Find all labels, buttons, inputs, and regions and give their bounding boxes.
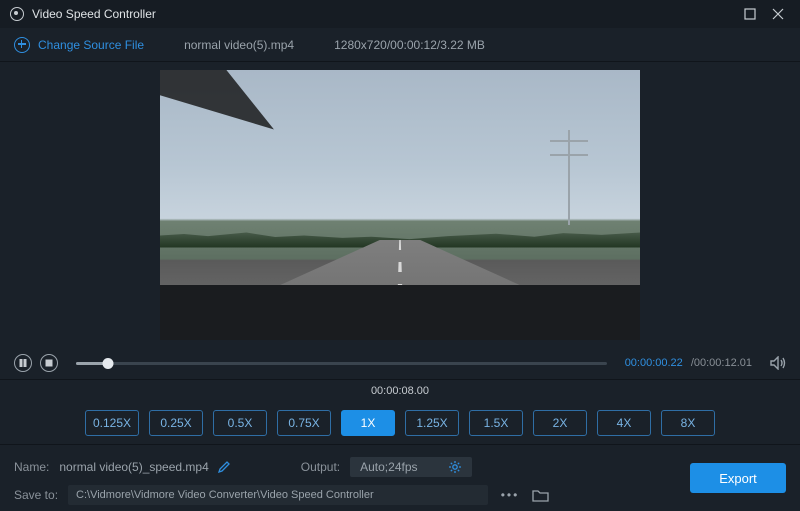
open-folder-button[interactable] [532,488,550,502]
output-label: Output: [301,460,340,474]
title-bar: Video Speed Controller [0,0,800,28]
source-bar: Change Source File normal video(5).mp4 1… [0,28,800,62]
duration-time: /00:00:12.01 [691,357,752,369]
plus-circle-icon [14,37,30,53]
time-marker: 00:00:08.00 [371,385,429,397]
source-info: 1280x720/00:00:12/3.22 MB [334,38,485,52]
saveto-label: Save to: [14,488,58,502]
export-button[interactable]: Export [690,463,786,493]
output-format-value: Auto;24fps [360,460,417,474]
speed-option-2x[interactable]: 2X [533,410,587,436]
pause-button[interactable] [14,354,32,372]
footer-panel: Name: normal video(5)_speed.mp4 Output: … [0,445,800,511]
seek-slider[interactable] [76,354,607,372]
app-window: Video Speed Controller Change Source Fil… [0,0,800,511]
player-controls: 00:00:00.22/00:00:12.01 [0,347,800,379]
app-logo-icon [10,7,24,21]
time-marker-row: 00:00:08.00 [0,379,800,401]
speed-option-0-25x[interactable]: 0.25X [149,410,203,436]
speed-option-1-25x[interactable]: 1.25X [405,410,459,436]
speed-option-1-5x[interactable]: 1.5X [469,410,523,436]
stop-button[interactable] [40,354,58,372]
preview-area [0,62,800,347]
window-title: Video Speed Controller [32,7,156,21]
video-preview[interactable] [160,70,640,340]
edit-name-button[interactable] [217,460,231,474]
output-name-value: normal video(5)_speed.mp4 [59,460,208,474]
change-source-label: Change Source File [38,38,144,52]
gear-icon[interactable] [448,460,462,474]
speed-option-0-5x[interactable]: 0.5X [213,410,267,436]
source-filename: normal video(5).mp4 [184,38,294,52]
name-label: Name: [14,460,49,474]
save-path-field[interactable]: C:\Vidmore\Vidmore Video Converter\Video… [68,485,488,505]
speed-option-8x[interactable]: 8X [661,410,715,436]
speed-option-1x[interactable]: 1X [341,410,395,436]
speed-option-0-75x[interactable]: 0.75X [277,410,331,436]
maximize-button[interactable] [738,4,762,24]
close-button[interactable] [766,4,790,24]
volume-icon[interactable] [770,356,786,370]
speed-selector: 0.125X 0.25X 0.5X 0.75X 1X 1.25X 1.5X 2X 4X 8X [0,401,800,445]
output-format-dropdown[interactable]: Auto;24fps [350,457,471,477]
browse-button[interactable]: ••• [498,484,522,506]
current-time: 00:00:00.22 [625,357,683,369]
change-source-button[interactable]: Change Source File [14,37,144,53]
speed-option-4x[interactable]: 4X [597,410,651,436]
speed-option-0-125x[interactable]: 0.125X [85,410,139,436]
